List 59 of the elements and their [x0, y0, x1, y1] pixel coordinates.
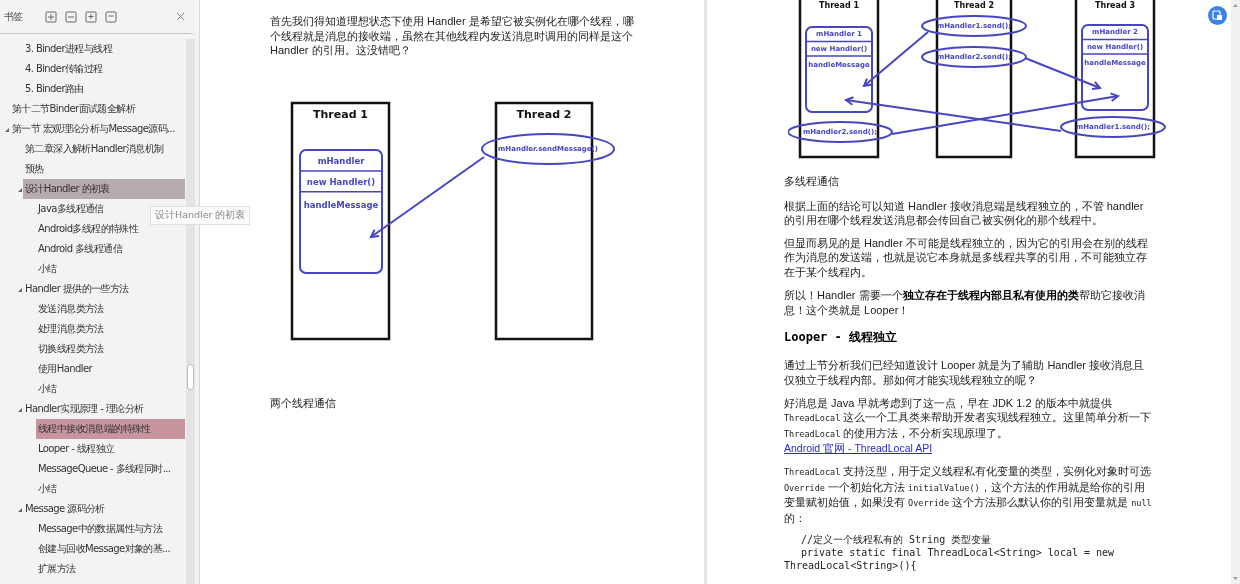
thread-title: Thread 1: [313, 107, 368, 121]
bookmark-item[interactable]: 3. Binder进程与线程: [23, 39, 114, 59]
handler-label: new Handler(): [306, 176, 376, 187]
handler-label: handleMessage: [303, 199, 379, 210]
expand-all-icon[interactable]: [44, 10, 57, 23]
bookmark-item[interactable]: MessageQueue - 多线程同时...: [36, 459, 173, 479]
bookmark-item[interactable]: 小结: [36, 259, 59, 279]
thread-title: Thread 1: [819, 1, 859, 10]
bookmark-item[interactable]: 小结: [36, 479, 59, 499]
thread-title: Thread 2: [954, 1, 994, 10]
document-icon: [1212, 10, 1223, 21]
bookmark-item[interactable]: Handler实现原理 - 理论分析: [23, 399, 146, 419]
bookmark-item[interactable]: 扩展方法: [36, 559, 78, 579]
bookmark-item[interactable]: 线程中接收消息端的特殊性: [36, 419, 185, 439]
code-text: //定义一个线程私有的 String 类型变量 private static final ThreadLocal<String> local = new ThreadLocal<String>(){: [784, 533, 1116, 573]
bookmark-item[interactable]: Handler 提供的一些方法: [23, 279, 131, 299]
bookmark-item[interactable]: 使用Handler: [36, 359, 94, 379]
bookmark-item[interactable]: 发送消息类方法: [36, 299, 106, 319]
bookmark-item[interactable]: Looper - 线程独立: [36, 439, 117, 459]
add-bookmark-icon[interactable]: [84, 10, 97, 23]
paragraph: 好消息是 Java 早就考虑到了这一点，早在 JDK 1.2 的版本中就提供 ThreadLocal 这么一个工具类来帮助开发者实现线程独立。这里简单分析一下 ThreadLocal 的使用方法，不分析实现原理了。 Android 官网 - ThreadLocal API: [784, 395, 1152, 456]
bookmark-item[interactable]: 创建与回收Message对象的基...: [36, 539, 172, 559]
bookmark-item[interactable]: Message 源码分析: [23, 499, 107, 519]
thread-title: Thread 2: [516, 107, 572, 121]
bookmark-item[interactable]: Message中的数据属性与方法: [36, 519, 165, 539]
bookmark-item[interactable]: 5. Binder路由: [23, 79, 86, 99]
handler-label: mHandler: [317, 155, 365, 166]
bookmark-item[interactable]: Android 多线程通信: [36, 239, 125, 259]
bookmark-item[interactable]: 处理消息类方法: [36, 319, 106, 339]
bookmark-item[interactable]: 小结: [36, 379, 59, 399]
bookmark-item[interactable]: Android多线程的特殊性: [36, 219, 141, 239]
bookmark-item[interactable]: 第一节 宏观理论分析与Message源码...: [10, 119, 177, 139]
bookmark-item[interactable]: 4. Binder传输过程: [23, 59, 105, 79]
panel-title: 书签: [4, 9, 23, 24]
bookmark-item[interactable]: 预热: [23, 159, 46, 179]
paragraph: 首先我们得知道理想状态下使用 Handler 是希望它被实例化在哪个线程，哪个线程就是消息的接收端，虽然在其他线程内发送消息时调用的同样是这个 Handler 的引用。这没错吧？: [270, 14, 635, 58]
caption: 两个线程通信: [270, 395, 337, 411]
bookmark-item[interactable]: 第二章深入解析Handler消息机制: [23, 139, 166, 159]
scrollbar-thumb[interactable]: [187, 364, 194, 390]
bookmark-icon[interactable]: [104, 10, 117, 23]
close-icon[interactable]: [176, 12, 185, 21]
link[interactable]: Android 官网 - ThreadLocal API: [784, 442, 933, 455]
paragraph: 但显而易见的是 Handler 不可能是线程独立的，因为它的引用会在别的线程作为消息的发送端，也就是说它本身就是多线程共享的引用，不可能独立存在于某个线程内。: [784, 235, 1149, 280]
bookmark-item[interactable]: 切换线程类方法: [36, 339, 106, 359]
scroll-down-icon[interactable]: [1233, 577, 1238, 580]
paragraph: ThreadLocal 支持泛型，用于定义线程私有化变量的类型，实例化对象时可选 Override 一个初始化方法 initialValue()，这个方法的作用就是给你的引用变量赋初始值，如果没有 Override 这个方法那么默认你的引用变量就是 null 的：: [784, 463, 1152, 526]
thread-title: Thread 3: [1095, 1, 1135, 10]
section-heading: Looper - 线程独立: [784, 329, 899, 345]
paragraph: 所以！Handler 需要一个独立存在于线程内部且私有使用的类帮助它接收消息！这个类就是 Looper！: [784, 287, 1146, 318]
bookmark-item[interactable]: 设计Handler 的初衷: [23, 179, 185, 199]
collapse-all-icon[interactable]: [64, 10, 77, 23]
bookmark-item[interactable]: Java多线程通信: [36, 199, 106, 219]
paragraph: 通过上节分析我们已经知道设计 Looper 就是为了辅助 Handler 接收消息且仅独立于线程内部。那如何才能实现线程独立的呢？: [784, 358, 1145, 388]
caption: 多线程通信: [784, 174, 840, 189]
floating-tool-button[interactable]: [1208, 6, 1227, 25]
paragraph: 根据上面的结论可以知道 Handler 接收消息端是线程独立的，不管 handler 的引用在哪个线程发送消息都会传回自己被实例化的那个线程中。: [784, 198, 1145, 228]
scroll-up-icon[interactable]: [1233, 4, 1238, 7]
tooltip: 设计Handler 的初衷: [150, 206, 251, 225]
bookmark-item[interactable]: 第十二节Binder面试题全解析: [10, 99, 137, 119]
